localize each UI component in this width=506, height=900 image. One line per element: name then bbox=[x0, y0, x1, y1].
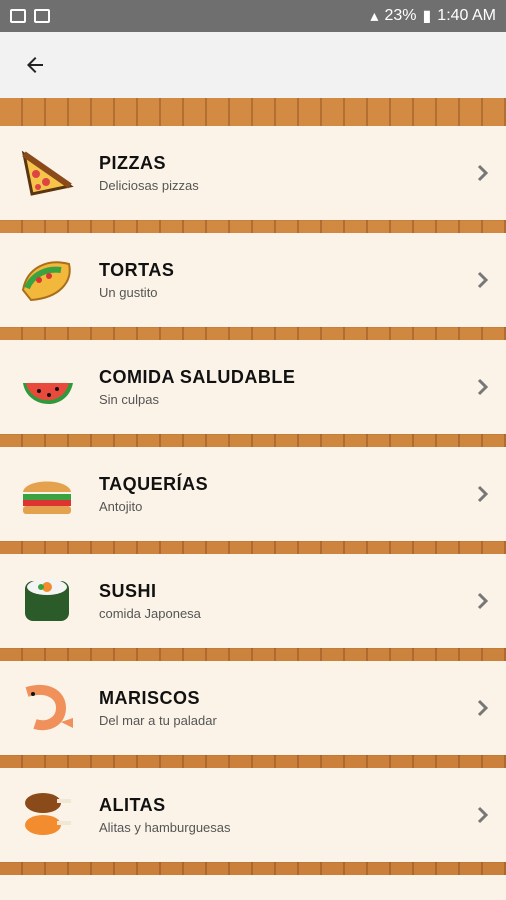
category-card-comida-saludable[interactable]: COMIDA SALUDABLE Sin culpas bbox=[0, 340, 506, 434]
chevron-right-icon bbox=[468, 378, 498, 396]
category-card-partial[interactable] bbox=[0, 875, 506, 900]
category-card-taquerias[interactable]: TAQUERÍAS Antojito bbox=[0, 447, 506, 541]
chevron-right-icon bbox=[468, 699, 498, 717]
battery-percent: 23% bbox=[384, 7, 417, 24]
category-title: TORTAS bbox=[99, 260, 175, 280]
back-button[interactable] bbox=[11, 41, 59, 89]
category-subtitle: Sin culpas bbox=[99, 392, 159, 407]
category-card-sushi[interactable]: SUSHI comida Japonesa bbox=[0, 554, 506, 648]
watermelon-icon bbox=[17, 357, 77, 417]
clipboard-notification-icon bbox=[34, 9, 50, 23]
chevron-right-icon bbox=[468, 271, 498, 289]
category-title: TAQUERÍAS bbox=[99, 474, 209, 494]
signal-icon: ▴ bbox=[370, 8, 379, 25]
clock: 1:40 AM bbox=[437, 7, 496, 24]
arrow-left-icon bbox=[27, 57, 43, 73]
category-title: PIZZAS bbox=[99, 153, 167, 173]
chevron-right-icon bbox=[468, 806, 498, 824]
burger-icon bbox=[17, 464, 77, 524]
category-subtitle: Del mar a tu paladar bbox=[99, 713, 217, 728]
category-title: SUSHI bbox=[99, 581, 157, 601]
category-card-alitas[interactable]: ALITAS Alitas y hamburguesas bbox=[0, 768, 506, 862]
category-subtitle: Un gustito bbox=[99, 285, 158, 300]
pizza-icon bbox=[17, 143, 77, 203]
category-card-tortas[interactable]: TORTAS Un gustito bbox=[0, 233, 506, 327]
category-subtitle: comida Japonesa bbox=[99, 606, 201, 621]
category-title: COMIDA SALUDABLE bbox=[99, 367, 296, 387]
chevron-right-icon bbox=[468, 592, 498, 610]
category-card-pizzas[interactable]: PIZZAS Deliciosas pizzas bbox=[0, 126, 506, 220]
category-subtitle: Deliciosas pizzas bbox=[99, 178, 199, 193]
shrimp-icon bbox=[17, 678, 77, 738]
image-notification-icon bbox=[10, 9, 26, 23]
chevron-right-icon bbox=[468, 164, 498, 182]
sushi-icon bbox=[17, 571, 77, 631]
category-title: MARISCOS bbox=[99, 688, 201, 708]
battery-icon: ▮ bbox=[422, 8, 432, 25]
category-title: ALITAS bbox=[99, 795, 166, 815]
category-subtitle: Antojito bbox=[99, 499, 143, 514]
status-bar: ▴ 23% ▮ 1:40 AM bbox=[0, 0, 506, 32]
chevron-right-icon bbox=[468, 485, 498, 503]
chicken-wings-icon bbox=[17, 785, 77, 845]
category-subtitle: Alitas y hamburguesas bbox=[99, 820, 231, 835]
category-card-mariscos[interactable]: MARISCOS Del mar a tu paladar bbox=[0, 661, 506, 755]
taco-icon bbox=[17, 250, 77, 310]
app-bar bbox=[0, 32, 506, 98]
